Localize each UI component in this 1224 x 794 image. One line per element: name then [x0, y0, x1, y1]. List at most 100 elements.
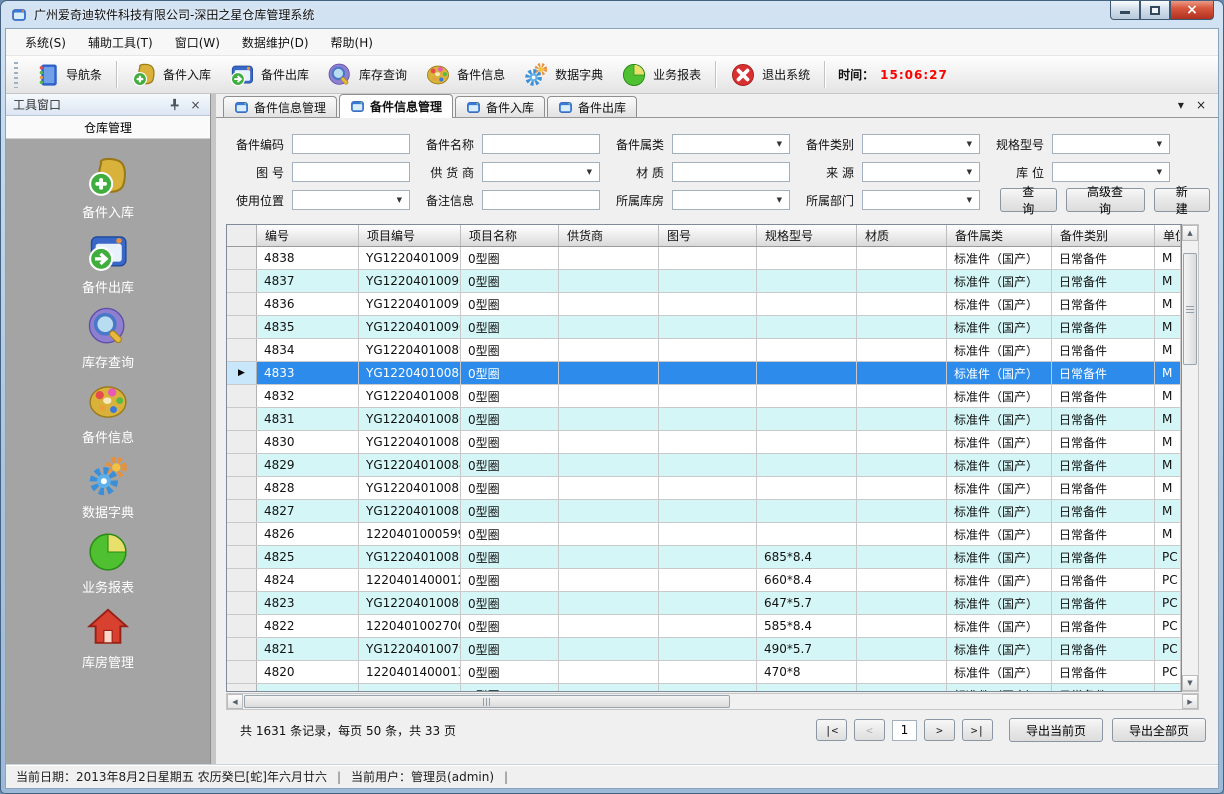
horizontal-scroll-thumb[interactable] — [244, 695, 730, 708]
column-header-spec[interactable]: 规格型号 — [757, 225, 857, 246]
part-type-select[interactable]: ▼ — [862, 134, 980, 154]
parts-inbound-button[interactable]: 备件入库 — [122, 58, 220, 92]
close-button[interactable]: × — [1170, 1, 1214, 20]
scroll-down-icon[interactable]: ▼ — [1182, 675, 1198, 691]
menu-item-5[interactable]: 帮助(H) — [320, 29, 384, 56]
remark-input[interactable] — [482, 190, 600, 210]
table-row[interactable]: 4821YG122040100790型圈490*5.7标准件（国产）日常备件PC — [227, 638, 1181, 661]
table-row[interactable]: 4828YG122040100830型圈标准件（国产）日常备件M — [227, 477, 1181, 500]
query-button[interactable]: 查询 — [1000, 188, 1057, 212]
sidebar-item-parts-outbound[interactable]: 备件出库 — [82, 230, 134, 296]
column-header-project_name[interactable]: 项目名称 — [461, 225, 559, 246]
scroll-up-icon[interactable]: ▲ — [1182, 225, 1198, 241]
menu-item-2[interactable]: 辅助工具(T) — [77, 29, 164, 56]
column-header-supplier[interactable]: 供货商 — [559, 225, 659, 246]
sidebar-item-business-report[interactable]: 业务报表 — [82, 530, 134, 596]
stock-location-select[interactable]: ▼ — [1052, 162, 1170, 182]
material-input[interactable] — [672, 162, 790, 182]
part-name-input-group: 备件名称 — [416, 134, 600, 154]
department-select[interactable]: ▼ — [862, 190, 980, 210]
column-header-project_no[interactable]: 项目编号 — [359, 225, 461, 246]
tab-parts-info-management-2[interactable]: 备件信息管理 — [339, 94, 453, 118]
exit-system-button[interactable]: 退出系统 — [721, 58, 819, 92]
sidebar-item-inventory-query[interactable]: 库存查询 — [82, 305, 134, 371]
next-page-button[interactable]: > — [924, 719, 955, 741]
table-row[interactable]: 4832YG122040100870型圈标准件（国产）日常备件M — [227, 385, 1181, 408]
vertical-scroll-track[interactable] — [1182, 241, 1198, 675]
table-row[interactable]: 4825YG122040100810型圈685*8.4标准件（国产）日常备件PC — [227, 546, 1181, 569]
vertical-scroll-thumb[interactable] — [1183, 253, 1197, 365]
table-row[interactable]: 4831YG122040100860型圈标准件（国产）日常备件M — [227, 408, 1181, 431]
sidebar-group-header[interactable]: 仓库管理 — [6, 116, 210, 139]
page-input[interactable] — [892, 720, 917, 741]
last-page-button[interactable]: >| — [962, 719, 993, 741]
record-summary: 共 1631 条记录，每页 50 条，共 33 页 — [240, 722, 456, 739]
tab-parts-info-management-1[interactable]: 备件信息管理 — [223, 96, 337, 117]
table-row[interactable]: 4823YG122040100800型圈647*5.7标准件（国产）日常备件PC — [227, 592, 1181, 615]
scroll-left-icon[interactable]: ◀ — [227, 694, 243, 709]
navbar-button[interactable]: 导航条 — [25, 58, 111, 92]
table-row[interactable]: 482612204010005990型圈标准件（国产）日常备件M — [227, 523, 1181, 546]
part-attr-select[interactable]: ▼ — [672, 134, 790, 154]
advanced-query-button[interactable]: 高级查询 — [1066, 188, 1145, 212]
menu-item-4[interactable]: 数据维护(D) — [231, 29, 320, 56]
table-row[interactable]: 482412204014000120型圈660*8.4标准件（国产）日常备件PC — [227, 569, 1181, 592]
warehouse-select[interactable]: ▼ — [672, 190, 790, 210]
part-name-input[interactable] — [482, 134, 600, 154]
sidebar-item-warehouse-management[interactable]: 库房管理 — [82, 605, 134, 671]
business-report-button[interactable]: 业务报表 — [612, 58, 710, 92]
parts-info-button[interactable]: 备件信息 — [416, 58, 514, 92]
table-cell: M — [1155, 500, 1181, 522]
table-row[interactable]: 4829YG122040100840型圈标准件（国产）日常备件M — [227, 454, 1181, 477]
column-header-unit[interactable]: 单位 — [1155, 225, 1181, 246]
tab-parts-outbound[interactable]: 备件出库 — [547, 96, 637, 117]
table-row[interactable]: 4837YG122040100920型圈标准件（国产）日常备件M — [227, 270, 1181, 293]
table-row[interactable]: 4827YG122040100820型圈标准件（国产）日常备件M — [227, 500, 1181, 523]
pin-icon[interactable] — [167, 97, 182, 112]
part-code-input[interactable] — [292, 134, 410, 154]
table-row[interactable]: 4835YG122040100900型圈标准件（国产）日常备件M — [227, 316, 1181, 339]
data-dictionary-button[interactable]: 数据字典 — [514, 58, 612, 92]
table-row[interactable]: 0型圈标准件（国产）日常备件 — [227, 684, 1181, 692]
panel-close-icon[interactable]: × — [188, 97, 203, 112]
new-button[interactable]: 新建 — [1154, 188, 1211, 212]
table-row[interactable]: 4838YG122040100930型圈标准件（国产）日常备件M — [227, 247, 1181, 270]
tab-list-dropdown-icon[interactable]: ▾ — [1178, 98, 1184, 112]
column-header-category[interactable]: 备件类别 — [1052, 225, 1155, 246]
titlebar[interactable]: 广州爱奇迪软件科技有限公司-深田之星仓库管理系统 — [1, 1, 1223, 28]
spec-select[interactable]: ▼ — [1052, 134, 1170, 154]
sidebar-item-parts-info[interactable]: 备件信息 — [82, 380, 134, 446]
export-all-pages-button[interactable]: 导出全部页 — [1112, 718, 1206, 742]
prev-page-button[interactable]: < — [854, 719, 885, 741]
vertical-scrollbar[interactable]: ▲ ▼ — [1182, 224, 1199, 692]
use-position-select[interactable]: ▼ — [292, 190, 410, 210]
tab-close-icon[interactable]: × — [1196, 98, 1206, 112]
scroll-right-icon[interactable]: ▶ — [1182, 694, 1198, 709]
table-row[interactable]: ▶4833YG122040100880型圈标准件（国产）日常备件M — [227, 362, 1181, 385]
parts-outbound-button[interactable]: 备件出库 — [220, 58, 318, 92]
column-header-drawing_no[interactable]: 图号 — [659, 225, 757, 246]
table-row[interactable]: 4830YG122040100850型圈标准件（国产）日常备件M — [227, 431, 1181, 454]
column-header-material[interactable]: 材质 — [857, 225, 947, 246]
maximize-button[interactable] — [1140, 1, 1170, 20]
column-header-id[interactable]: 编号 — [257, 225, 359, 246]
first-page-button[interactable]: |< — [816, 719, 847, 741]
menu-item-3[interactable]: 窗口(W) — [164, 29, 231, 56]
table-row[interactable]: 4836YG122040100910型圈标准件（国产）日常备件M — [227, 293, 1181, 316]
menu-item-1[interactable]: 系统(S) — [14, 29, 77, 56]
column-header-attr[interactable]: 备件属类 — [947, 225, 1052, 246]
table-row[interactable]: 482212204010027000型圈585*8.4标准件（国产）日常备件PC — [227, 615, 1181, 638]
table-row[interactable]: 4834YG122040100890型圈标准件（国产）日常备件M — [227, 339, 1181, 362]
horizontal-scroll-track[interactable] — [243, 694, 1182, 709]
source-select[interactable]: ▼ — [862, 162, 980, 182]
inventory-query-button[interactable]: 库存查询 — [318, 58, 416, 92]
table-row[interactable]: 482012204014000130型圈470*8标准件（国产）日常备件PC — [227, 661, 1181, 684]
export-current-page-button[interactable]: 导出当前页 — [1009, 718, 1103, 742]
supplier-select[interactable]: ▼ — [482, 162, 600, 182]
drawing-no-input[interactable] — [292, 162, 410, 182]
sidebar-item-parts-inbound[interactable]: 备件入库 — [82, 155, 134, 221]
minimize-button[interactable] — [1110, 1, 1140, 20]
horizontal-scrollbar[interactable]: ◀ ▶ — [226, 693, 1199, 710]
tab-parts-inbound[interactable]: 备件入库 — [455, 96, 545, 117]
sidebar-item-data-dictionary[interactable]: 数据字典 — [82, 455, 134, 521]
